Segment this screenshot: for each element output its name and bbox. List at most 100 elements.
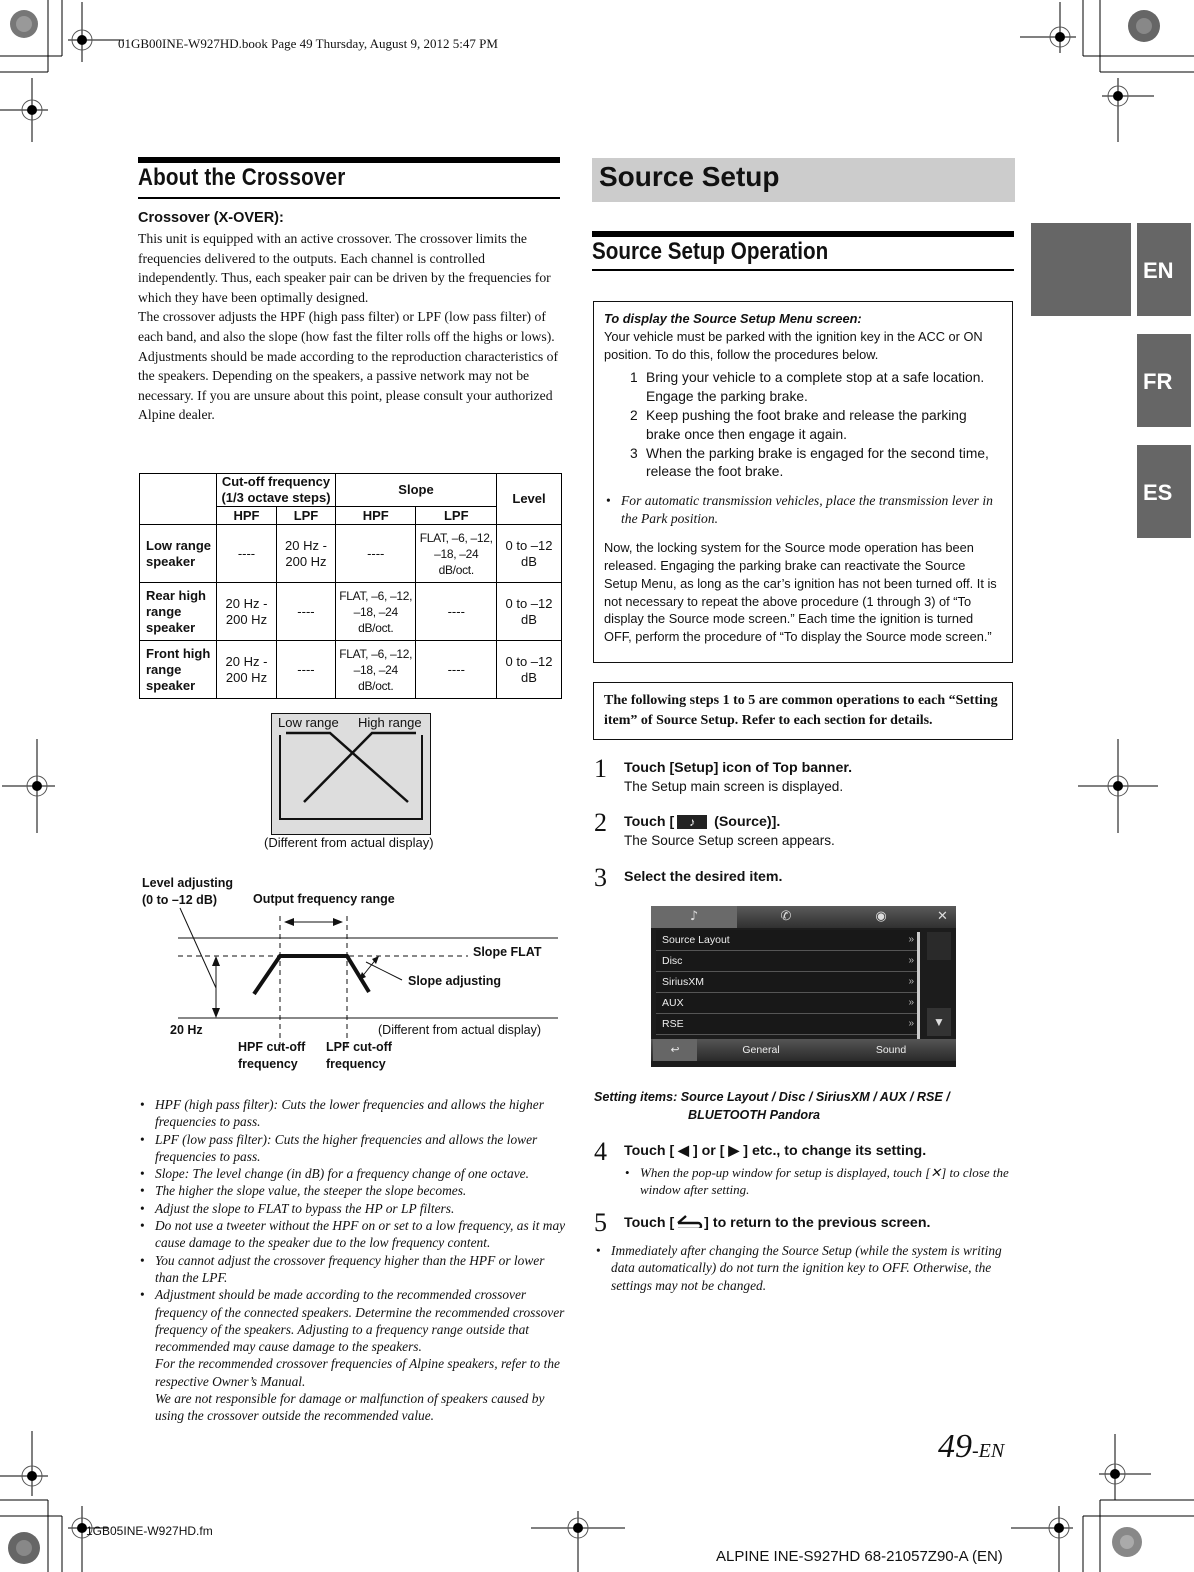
- arrow-down-icon: ▼: [933, 1015, 945, 1029]
- note-item: Adjust the slope to FLAT to bypass the H…: [138, 1200, 566, 1218]
- final-warning-note: Immediately after changing the Source Se…: [594, 1242, 1014, 1294]
- row-speaker: Front high range speaker: [139, 640, 217, 699]
- level-range-label: (0 to –12 dB): [142, 893, 218, 907]
- chevron-right-icon: »: [908, 955, 914, 966]
- lang-tab-en[interactable]: EN: [1137, 223, 1191, 316]
- fm-file-footer: 1GB05INE-W927HD.fm: [86, 1524, 213, 1538]
- col-cut-lpf: LPF: [275, 506, 336, 525]
- tab-source[interactable]: ♪: [651, 906, 737, 928]
- tab-general-settings[interactable]: ◉: [835, 906, 927, 928]
- scrollbar[interactable]: [917, 932, 920, 1042]
- cell-slope-lpf: FLAT, –6, –12, –18, –24 dB/oct.: [415, 524, 497, 583]
- crossover-curves-graphic: [279, 731, 423, 820]
- chevron-right-icon: »: [908, 997, 914, 1008]
- list-item-aux[interactable]: AUX »: [656, 993, 920, 1014]
- chevron-right-icon: »: [908, 934, 914, 945]
- general-button[interactable]: General: [721, 1039, 801, 1061]
- list-item-disc[interactable]: Disc »: [656, 951, 920, 972]
- page-number: 49-EN: [938, 1428, 1004, 1466]
- chevron-right-icon: »: [908, 976, 914, 987]
- source-setup-screen: ♪ ✆ ◉ ✕ Source Layout » Disc » SiriusXM » A…: [651, 906, 956, 1067]
- scroll-up-button[interactable]: [927, 932, 951, 960]
- lang-tab-label: EN: [1143, 258, 1174, 283]
- setting-items-text: Source Layout / Disc / SiriusXM / AUX / …: [680, 1090, 950, 1104]
- cell-cut-lpf: 20 Hz - 200 Hz: [275, 524, 336, 583]
- step-description: The Setup main screen is displayed.: [624, 779, 844, 794]
- list-item-rse[interactable]: RSE »: [656, 1014, 920, 1035]
- music-note-icon: ♪: [689, 909, 699, 924]
- info-box-intro: Your vehicle must be parked with the ign…: [604, 328, 983, 362]
- col-cut-hpf: HPF: [216, 506, 277, 525]
- list-item-label: Source Layout: [662, 934, 730, 946]
- list-item-siriusxm[interactable]: SiriusXM »: [656, 972, 920, 993]
- col-group-cutoff: Cut-off frequency (1/3 octave steps): [216, 473, 336, 507]
- crossover-table: Cut-off frequency (1/3 octave steps) Slo…: [139, 473, 562, 699]
- disc-icon: ◉: [875, 909, 887, 924]
- step-text: Keep pushing the foot brake and release …: [646, 407, 967, 442]
- section-heading-crossover: About the Crossover: [138, 157, 560, 199]
- step-number: 5: [594, 1208, 607, 1237]
- note-item: Do not use a tweeter without the HPF on …: [138, 1217, 566, 1252]
- tab-phone[interactable]: ✆: [739, 906, 833, 928]
- slope-adjusting-label: Slope adjusting: [408, 974, 502, 988]
- crossover-description: This unit is equipped with an active cro…: [138, 229, 562, 425]
- cell-slope-hpf: FLAT, –6, –12, –18, –24 dB/oct.: [334, 582, 417, 641]
- paragraph: This unit is equipped with an active cro…: [138, 231, 551, 305]
- level-adjusting-label: Level adjusting: [142, 876, 233, 890]
- display-menu-info-box: To display the Source Setup Menu screen:…: [593, 301, 1013, 663]
- list-item-label: AUX: [662, 997, 684, 1009]
- hpf-cutoff-label: frequency: [238, 1057, 298, 1071]
- info-box-note: For automatic transmission vehicles, pla…: [604, 492, 1002, 528]
- back-arrow-icon: [677, 1215, 703, 1231]
- filter-diagram: Level adjusting (0 to –12 dB) Output fre…: [138, 870, 562, 1080]
- crossover-subheading: Crossover (X-OVER):: [138, 210, 284, 226]
- figure-caption: (Different from actual display): [378, 1023, 542, 1037]
- cell-slope-lpf: ----: [415, 582, 497, 641]
- step-number: 3: [630, 445, 638, 461]
- back-arrow-icon: ↩: [670, 1044, 680, 1056]
- lang-tab-es[interactable]: ES: [1137, 445, 1191, 538]
- info-box-title: To display the Source Setup Menu screen:: [604, 311, 862, 326]
- figure-caption: (Different from actual display): [264, 835, 434, 850]
- cell-cut-hpf: ----: [216, 524, 277, 583]
- list-item-label: SiriusXM: [662, 976, 705, 988]
- lang-tab-fr[interactable]: FR: [1137, 334, 1191, 427]
- setting-items-text: BLUETOOTH Pandora: [688, 1107, 821, 1122]
- step-number: 4: [594, 1137, 607, 1166]
- phone-icon: ✆: [780, 909, 792, 924]
- list-item-label: RSE: [662, 1018, 684, 1030]
- step-title: Touch [ ◀ ] or [ ▶ ] etc., to change its…: [624, 1143, 927, 1159]
- cell-cut-lpf: ----: [275, 582, 336, 641]
- note-item: You cannot adjust the crossover frequenc…: [138, 1252, 566, 1287]
- step-note: When the pop-up window for setup is disp…: [624, 1164, 1020, 1198]
- paragraph: The crossover adjusts the HPF (high pass…: [138, 309, 555, 344]
- setting-items-list: Setting items: Source Layout / Disc / Si…: [594, 1089, 950, 1124]
- sound-button[interactable]: Sound: [851, 1039, 931, 1061]
- step-text: When the parking brake is engaged for th…: [646, 445, 989, 480]
- chevron-right-icon: »: [908, 1018, 914, 1029]
- cell-level: 0 to –12 dB: [496, 524, 562, 583]
- step-title-text: ] to return to the previous screen.: [704, 1215, 931, 1231]
- procedure-step: 2 Keep pushing the foot brake and release…: [630, 407, 1002, 445]
- lang-tab-block: [1031, 223, 1131, 316]
- chapter-title: Source Setup: [599, 161, 780, 192]
- section-heading-text: About the Crossover: [138, 164, 346, 191]
- step-number: 2: [594, 808, 607, 837]
- bottom-bar: ↩ General Sound: [651, 1039, 956, 1061]
- close-button[interactable]: ✕: [929, 906, 956, 928]
- table-row: Rear high range speaker 20 Hz - 200 Hz -…: [139, 582, 562, 641]
- page-number-suffix: -EN: [972, 1440, 1005, 1462]
- scroll-down-button[interactable]: ▼: [927, 1008, 951, 1036]
- lang-tab-label: FR: [1143, 369, 1173, 394]
- cell-cut-hpf: 20 Hz - 200 Hz: [216, 640, 277, 699]
- step-title-text: Touch [: [624, 814, 675, 830]
- step-title: Select the desired item.: [624, 869, 783, 885]
- lpf-cutoff-label: frequency: [326, 1057, 386, 1071]
- section-heading-text: Source Setup Operation: [592, 238, 829, 265]
- back-button[interactable]: ↩: [653, 1039, 697, 1061]
- note-text: We are not responsible for damage or mal…: [155, 1391, 545, 1424]
- output-frequency-range-label: Output frequency range: [253, 892, 395, 906]
- model-info-footer: ALPINE INE-S927HD 68-21057Z90-A (EN): [716, 1548, 1003, 1565]
- list-item-source-layout[interactable]: Source Layout »: [656, 930, 920, 951]
- step-description: The Source Setup screen appears.: [624, 833, 835, 848]
